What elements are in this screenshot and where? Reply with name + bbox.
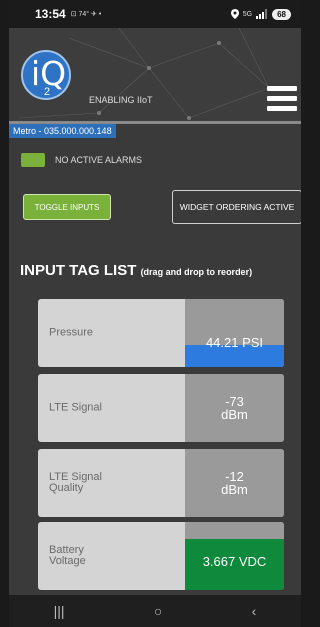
tag-value-box: 44.21 PSI	[185, 299, 284, 367]
tag-card[interactable]: Battery Voltage 3.667 VDC	[38, 522, 284, 590]
alarm-indicator-icon	[21, 153, 45, 167]
back-button[interactable]: ‹	[252, 603, 257, 619]
input-tag-list-title: INPUT TAG LIST (drag and drop to reorder…	[20, 262, 252, 279]
network-type: 5G	[242, 10, 253, 18]
system-nav-bar: ||| ○ ‹	[9, 595, 301, 627]
app-header: iQ 2 ENABLING IIoT	[9, 28, 301, 124]
toggle-inputs-button[interactable]: TOGGLE INPUTS	[23, 194, 111, 220]
tagline: ENABLING IIoT	[89, 95, 153, 105]
device-label: Metro - 035.000.000.148	[9, 124, 116, 138]
tag-value-box: -12 dBm	[185, 449, 284, 517]
alarm-status: NO ACTIVE ALARMS	[21, 153, 142, 167]
alarm-text: NO ACTIVE ALARMS	[55, 155, 143, 165]
status-bar: 13:54 ⊡ 74° ✈ • 5G 68	[9, 0, 301, 28]
status-indicators: ⊡ 74° ✈ •	[70, 11, 102, 18]
tag-value: -73 dBm	[221, 394, 248, 422]
tag-name: Battery Voltage	[49, 544, 86, 567]
tag-card[interactable]: LTE Signal -73 dBm	[38, 374, 284, 442]
app-screen: 13:54 ⊡ 74° ✈ • 5G 68 iQ 2 ENABLING IIoT…	[9, 0, 301, 627]
tag-name: Pressure	[49, 326, 94, 339]
signal-icon	[256, 9, 268, 19]
status-time: 13:54	[35, 7, 66, 21]
battery-badge: 68	[272, 8, 291, 20]
logo-sub: 2	[44, 86, 51, 98]
tag-value: 44.21 PSI	[205, 334, 264, 350]
list-title-hint: (drag and drop to reorder)	[140, 267, 253, 277]
tag-value: 3.667 VDC	[202, 553, 267, 569]
tag-card[interactable]: Pressure 44.21 PSI	[38, 299, 284, 367]
tag-value: -12 dBm	[221, 469, 248, 497]
tag-value-box: 3.667 VDC	[185, 522, 284, 590]
widget-ordering-button[interactable]: WIDGET ORDERING ACTIVE	[172, 190, 301, 224]
iq2-logo: iQ 2	[21, 50, 71, 100]
location-icon	[230, 9, 239, 19]
tag-name: LTE Signal Quality	[49, 471, 102, 494]
tag-value-box: -73 dBm	[185, 374, 284, 442]
home-button[interactable]: ○	[154, 603, 162, 619]
hamburger-menu-icon[interactable]	[267, 86, 297, 114]
recents-button[interactable]: |||	[54, 603, 65, 619]
tag-card[interactable]: LTE Signal Quality -12 dBm	[38, 449, 284, 517]
list-title-text: INPUT TAG LIST	[20, 262, 137, 279]
tag-name: LTE Signal	[49, 401, 102, 414]
